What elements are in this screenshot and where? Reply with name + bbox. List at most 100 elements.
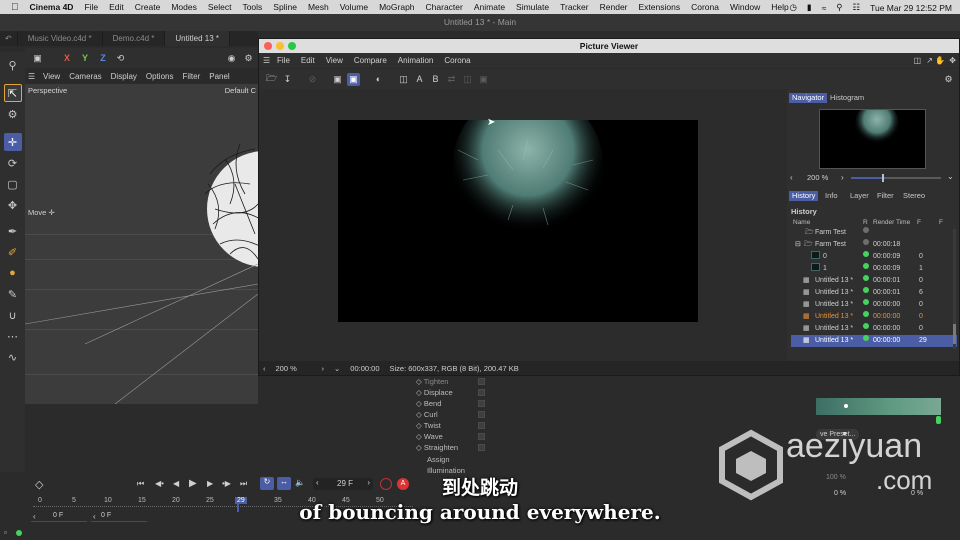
attr-row[interactable]: ◇ Wave (416, 431, 485, 442)
menu-tracker[interactable]: Tracker (560, 2, 589, 12)
vp-menu-panel[interactable]: Panel (209, 72, 229, 81)
menubar-datetime[interactable]: Tue Mar 29 12:52 PM (870, 3, 952, 13)
attr-row[interactable]: ◇ Displace (416, 387, 485, 398)
attr-checkbox[interactable] (478, 400, 485, 407)
rotate-tool-icon[interactable]: ⟳ (4, 154, 22, 172)
attr-row[interactable]: ◇ Tighten (416, 376, 485, 387)
coordinate-system-icon[interactable]: ⟲ (114, 52, 127, 65)
brush-icon[interactable]: ✐ (4, 243, 22, 261)
transform-tool-icon[interactable]: ✥ (4, 196, 22, 214)
spline-pen-icon[interactable]: ✒ (4, 222, 22, 240)
minimize-window-button[interactable] (276, 42, 284, 50)
menu-render[interactable]: Render (600, 2, 628, 12)
zoom-window-button[interactable] (288, 42, 296, 50)
hair-sphere-wireframe[interactable] (25, 84, 258, 404)
overlay-icon[interactable]: ▣ (477, 73, 490, 86)
tab-info[interactable]: Info (822, 191, 841, 201)
object-mode-icon[interactable]: ▣ (31, 52, 44, 65)
zoom-left-arrow[interactable]: ‹ (263, 364, 266, 373)
paint-icon[interactable]: ● (4, 264, 22, 282)
hair-tool-icon[interactable]: ∿ (4, 348, 22, 366)
gradient-knot[interactable] (844, 404, 848, 408)
rendered-image[interactable] (338, 120, 698, 322)
render-region-icon[interactable]: ▣ (331, 73, 344, 86)
tab-demo[interactable]: Demo.c4d * (103, 31, 166, 46)
vp-menu-options[interactable]: Options (146, 72, 174, 81)
nav-zoom-slider-thumb[interactable] (882, 174, 884, 182)
zoom-right-arrow[interactable]: › (322, 364, 325, 373)
wifi-icon[interactable]: ≈ (822, 3, 827, 13)
vp-menu-filter[interactable]: Filter (182, 72, 200, 81)
search-icon[interactable]: ⚲ (836, 2, 842, 13)
control-center-icon[interactable]: ☷ (852, 2, 860, 13)
attr-checkbox[interactable] (478, 411, 485, 418)
nav-dropdown-icon[interactable]: ⌄ (947, 172, 954, 181)
col-render-time[interactable]: Render Time (873, 219, 910, 226)
menu-character[interactable]: Character (426, 2, 463, 12)
navigator-thumbnail[interactable] (819, 109, 926, 169)
attr-checkbox[interactable] (478, 422, 485, 429)
compare-b-button[interactable]: B (429, 73, 442, 86)
history-scrollbar[interactable] (953, 229, 956, 349)
pv-menu-edit[interactable]: Edit (301, 56, 315, 65)
history-row-selected[interactable]: ▦ Untitled 13 * 00:00:00 29 (791, 335, 957, 347)
nav-zoom-slider[interactable] (851, 174, 941, 182)
pv-menu-animation[interactable]: Animation (398, 56, 434, 65)
viewport-3d[interactable]: Perspective Default C Move ✛ (25, 84, 258, 404)
expand-arrows-icon[interactable]: ✥ (949, 56, 956, 65)
detach-icon[interactable]: ↗ (926, 56, 933, 65)
menu-app-name[interactable]: Cinema 4D (30, 2, 74, 12)
attr-row[interactable]: ◇ Curl (416, 409, 485, 420)
col-f[interactable]: F (917, 219, 921, 226)
axis-x-button[interactable]: X (60, 52, 74, 65)
attr-row[interactable]: ◇ Bend (416, 398, 485, 409)
render-view-icon[interactable]: ◉ (225, 52, 238, 65)
axis-y-button[interactable]: Y (78, 52, 92, 65)
collapse-toggle-icon[interactable]: ⊟ (795, 239, 801, 251)
history-row[interactable]: ▦ Untitled 13 * 00:00:00 0 (791, 323, 957, 335)
history-row[interactable]: ⊟ 🗁 Farm Test 00:00:18 (791, 239, 957, 251)
settings-gear-icon[interactable]: ⚙ (942, 73, 955, 86)
vp-menu-view[interactable]: View (43, 72, 60, 81)
close-window-button[interactable] (264, 42, 272, 50)
attr-checkbox[interactable] (478, 444, 485, 451)
history-row[interactable]: 1 00:00:09 1 (791, 263, 957, 275)
live-selection-icon[interactable]: ⇱ (3, 84, 22, 102)
menu-file[interactable]: File (84, 2, 98, 12)
stop-render-icon[interactable]: ⊘ (306, 73, 319, 86)
compare-a-button[interactable]: A (413, 73, 426, 86)
color-gradient-bar[interactable] (816, 398, 941, 415)
nav-zoom-right-arrow[interactable]: › (841, 173, 844, 182)
attr-checkbox[interactable] (478, 433, 485, 440)
pv-menu-view[interactable]: View (326, 56, 343, 65)
menu-help[interactable]: Help (771, 2, 788, 12)
menu-extensions[interactable]: Extensions (639, 2, 681, 12)
menu-edit[interactable]: Edit (109, 2, 124, 12)
tab-untitled-13[interactable]: Untitled 13 * (165, 31, 230, 46)
tab-histogram[interactable]: Histogram (827, 93, 867, 103)
status-zoom[interactable]: 200 % (276, 364, 312, 373)
tab-filter[interactable]: Filter (874, 191, 897, 201)
scale-tool-icon[interactable]: ▢ (4, 175, 22, 193)
color-channel-icon[interactable]: ◐ (372, 73, 385, 86)
interactive-region-icon[interactable]: ▣ (347, 72, 360, 86)
search-icon[interactable]: ⚲ (4, 56, 22, 74)
undo-icon[interactable]: ↶ (0, 31, 18, 46)
menu-spline[interactable]: Spline (273, 2, 297, 12)
menu-modes[interactable]: Modes (171, 2, 197, 12)
nav-zoom-left-arrow[interactable]: ‹ (790, 173, 793, 182)
layout-icon[interactable]: ◫ (913, 56, 921, 65)
tab-history[interactable]: History (789, 191, 819, 201)
viewport-menu-icon[interactable]: ☰ (28, 72, 35, 81)
menu-volume[interactable]: Volume (340, 2, 368, 12)
move-tool-icon[interactable]: ✛ (3, 133, 22, 151)
tab-music-video[interactable]: Music Video.c4d * (18, 31, 103, 46)
tab-layer[interactable]: Layer (847, 191, 872, 201)
attr-section[interactable]: Assign (427, 454, 450, 465)
vp-menu-cameras[interactable]: Cameras (69, 72, 101, 81)
vp-menu-display[interactable]: Display (111, 72, 137, 81)
tweak-icon[interactable]: ⚙ (4, 105, 22, 123)
tab-navigator[interactable]: Navigator (789, 93, 828, 103)
knife-icon[interactable]: ✎ (4, 285, 22, 303)
menu-corona[interactable]: Corona (691, 2, 719, 12)
